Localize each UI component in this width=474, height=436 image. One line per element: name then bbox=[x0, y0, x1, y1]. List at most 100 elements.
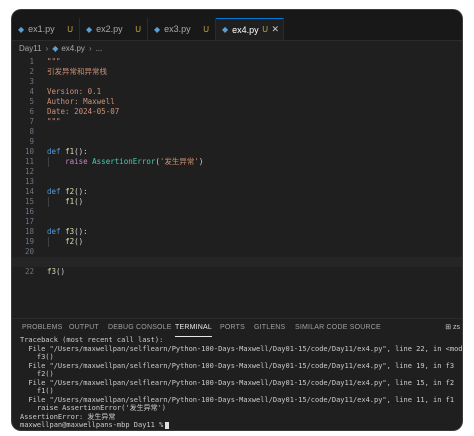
line-number-label: 20 bbox=[24, 247, 34, 256]
tab-debug-console[interactable]: DEBUG CONSOLE bbox=[108, 319, 172, 337]
docstring-close: """ bbox=[47, 117, 61, 126]
code-line: 引发异常和异常栈 bbox=[12, 67, 462, 77]
line-number: 17 bbox=[12, 217, 42, 227]
terminal-line: Traceback (most recent call last): bbox=[20, 336, 164, 344]
tab-label: ex2.py bbox=[96, 24, 123, 34]
docstring-date: Date: 2024-05-07 bbox=[47, 107, 120, 116]
tab-problems[interactable]: PROBLEMS bbox=[22, 319, 63, 337]
code-line: f2() bbox=[12, 237, 462, 247]
code-line: def f3(): bbox=[12, 227, 462, 237]
terminal-shell-selector[interactable]: ⊞ zs bbox=[445, 319, 460, 337]
line-number-label: 8 bbox=[29, 127, 34, 136]
untracked-badge: U bbox=[135, 24, 141, 34]
line-number-label: 3 bbox=[29, 77, 34, 86]
function-call: f3 bbox=[47, 267, 57, 276]
punctuation: () bbox=[56, 267, 66, 276]
close-icon[interactable]: ✕ bbox=[271, 24, 279, 35]
punctuation: (): bbox=[74, 147, 88, 156]
line-number-label: 9 bbox=[29, 137, 34, 146]
keyword: raise bbox=[65, 157, 88, 166]
terminal-line: AssertionError: 发生异常 bbox=[20, 412, 116, 421]
terminal-icon: ⊞ bbox=[445, 324, 453, 331]
tab-ex2[interactable]: ◆ ex2.py U bbox=[80, 18, 148, 40]
terminal-line: raise AssertionError('发生异常') bbox=[20, 404, 167, 412]
terminal-line: f2() bbox=[20, 370, 54, 378]
tab-ex3[interactable]: ◆ ex3.py U bbox=[148, 18, 216, 40]
code-line: def f2(): bbox=[12, 187, 462, 197]
terminal-line: f3() bbox=[20, 353, 54, 361]
terminal-prompt[interactable]: maxwellpan@maxwellpans-mbp Day11 % bbox=[20, 421, 460, 430]
line-number-label: 17 bbox=[24, 217, 34, 226]
editor-tab-bar: ◆ ex1.py U ◆ ex2.py U ◆ ex3.py U ◆ ex4.p… bbox=[12, 18, 462, 41]
line-number: 16 bbox=[12, 207, 42, 217]
line-number: 3 bbox=[12, 77, 42, 87]
untracked-badge: U bbox=[67, 24, 73, 34]
python-file-icon: ◆ bbox=[18, 24, 25, 34]
tab-ex1[interactable]: ◆ ex1.py U bbox=[12, 18, 80, 40]
docstring-title: 引发异常和异常栈 bbox=[47, 67, 107, 76]
code-line: """ bbox=[12, 117, 462, 127]
exception-class: AssertionError bbox=[92, 157, 156, 166]
prompt-text: maxwellpan@maxwellpans-mbp Day11 % bbox=[20, 421, 164, 429]
line-number: 8 bbox=[12, 127, 42, 137]
chevron-right-icon: › bbox=[45, 43, 49, 53]
code-line: """ bbox=[12, 57, 462, 67]
tab-terminal[interactable]: TERMINAL bbox=[175, 319, 212, 337]
code-line: def f1(): bbox=[12, 147, 462, 157]
function-call: f1 bbox=[65, 197, 75, 206]
untracked-badge: U bbox=[203, 24, 209, 34]
terminal-line: File "/Users/maxwellpan/selflearn/Python… bbox=[20, 378, 455, 387]
breadcrumb-folder[interactable]: Day11 bbox=[19, 44, 42, 53]
tab-output[interactable]: OUTPUT bbox=[69, 319, 99, 337]
tab-ports[interactable]: PORTS bbox=[220, 319, 245, 337]
punctuation: () bbox=[74, 237, 84, 246]
code-line: Version: 0.1 bbox=[12, 87, 462, 97]
code-line: f1() bbox=[12, 197, 462, 207]
tab-label: ex3.py bbox=[164, 24, 191, 34]
punctuation: (): bbox=[74, 187, 88, 196]
tab-label: ex4.py bbox=[232, 24, 259, 35]
breadcrumb-symbol[interactable]: ... bbox=[96, 44, 103, 53]
current-line-highlight bbox=[12, 257, 462, 267]
terminal-line: File "/Users/maxwellpan/selflearn/Python… bbox=[20, 361, 455, 370]
code-line: raise AssertionError('发生异常') bbox=[12, 157, 462, 167]
code-line: Author: Maxwell bbox=[12, 97, 462, 107]
docstring-open: """ bbox=[47, 57, 61, 66]
tab-similar-code-source[interactable]: SIMILAR CODE SOURCE bbox=[295, 319, 381, 337]
python-file-icon: ◆ bbox=[222, 25, 229, 34]
punctuation: ) bbox=[198, 157, 204, 166]
line-number-label: 16 bbox=[24, 207, 34, 216]
line-number: 13 bbox=[12, 177, 42, 187]
docstring-author: Author: Maxwell bbox=[47, 97, 115, 106]
line-number: 12 bbox=[12, 167, 42, 177]
code-line: Date: 2024-05-07 bbox=[12, 107, 462, 117]
terminal-line: File "/Users/maxwellpan/selflearn/Python… bbox=[20, 344, 462, 353]
function-name: f2 bbox=[65, 187, 75, 196]
line-number: 9 bbox=[12, 137, 42, 147]
editor-window: ◆ ex1.py U ◆ ex2.py U ◆ ex3.py U ◆ ex4.p… bbox=[12, 10, 462, 430]
keyword: def bbox=[47, 187, 61, 196]
punctuation: () bbox=[74, 197, 84, 206]
line-number-label: 13 bbox=[24, 177, 34, 186]
tab-ex4[interactable]: ◆ ex4.py U ✕ bbox=[216, 18, 284, 40]
function-call: f2 bbox=[65, 237, 75, 246]
terminal-shell-label: zs bbox=[453, 324, 460, 331]
keyword: def bbox=[47, 147, 61, 156]
line-number-label: 12 bbox=[24, 167, 34, 176]
python-file-icon: ◆ bbox=[52, 43, 59, 53]
chevron-right-icon: › bbox=[88, 43, 92, 53]
terminal-cursor bbox=[165, 421, 170, 429]
breadcrumb-file[interactable]: ex4.py bbox=[61, 44, 85, 53]
title-bar bbox=[12, 10, 462, 18]
docstring-version: Version: 0.1 bbox=[47, 87, 102, 96]
terminal-line: File "/Users/maxwellpan/selflearn/Python… bbox=[20, 395, 455, 404]
untracked-badge: U bbox=[262, 25, 268, 34]
code-line: f3() bbox=[12, 267, 462, 277]
line-number: 20 bbox=[12, 247, 42, 257]
terminal-output[interactable]: Traceback (most recent call last): File … bbox=[20, 336, 462, 430]
python-file-icon: ◆ bbox=[154, 24, 161, 34]
keyword: def bbox=[47, 227, 61, 236]
code-editor[interactable]: 12345678910111213141516171819202122 """ … bbox=[12, 57, 462, 317]
tab-gitlens[interactable]: GITLENS bbox=[254, 319, 285, 337]
python-file-icon: ◆ bbox=[86, 24, 93, 34]
